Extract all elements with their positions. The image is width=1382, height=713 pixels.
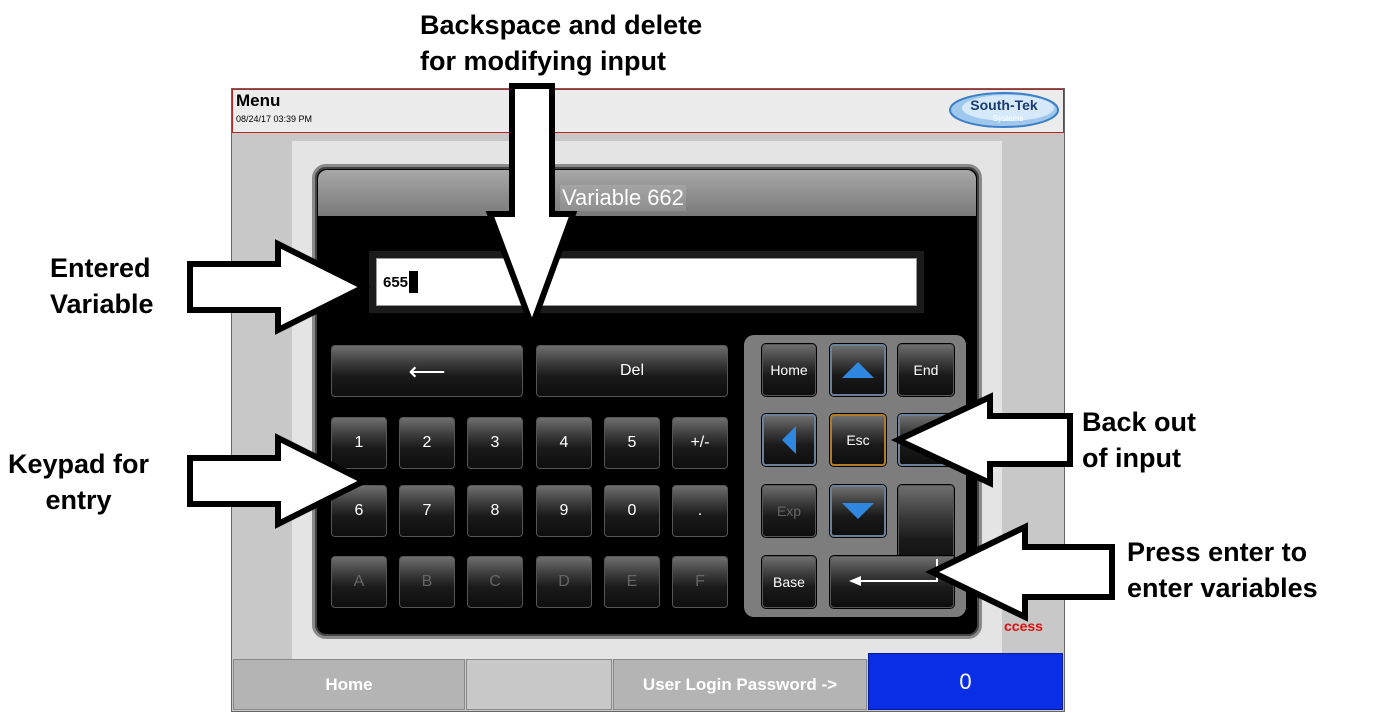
callout-arrow-enter <box>925 522 1115 622</box>
callout-arrow-down <box>485 83 578 335</box>
callout-enter: Press enter to enter variables <box>1127 537 1318 603</box>
callout-backspace: Backspace and delete for modifying input <box>420 10 703 76</box>
callout-back-out: Back out of input <box>1082 407 1197 473</box>
callout-arrow-back-out <box>890 392 1073 488</box>
callout-arrow-keypad <box>187 433 371 529</box>
callout-arrows <box>187 83 1115 622</box>
callout-arrow-entered <box>187 239 371 335</box>
callout-entered-variable: Entered Variable <box>50 253 154 319</box>
callout-keypad: Keypad for entry <box>8 449 150 515</box>
